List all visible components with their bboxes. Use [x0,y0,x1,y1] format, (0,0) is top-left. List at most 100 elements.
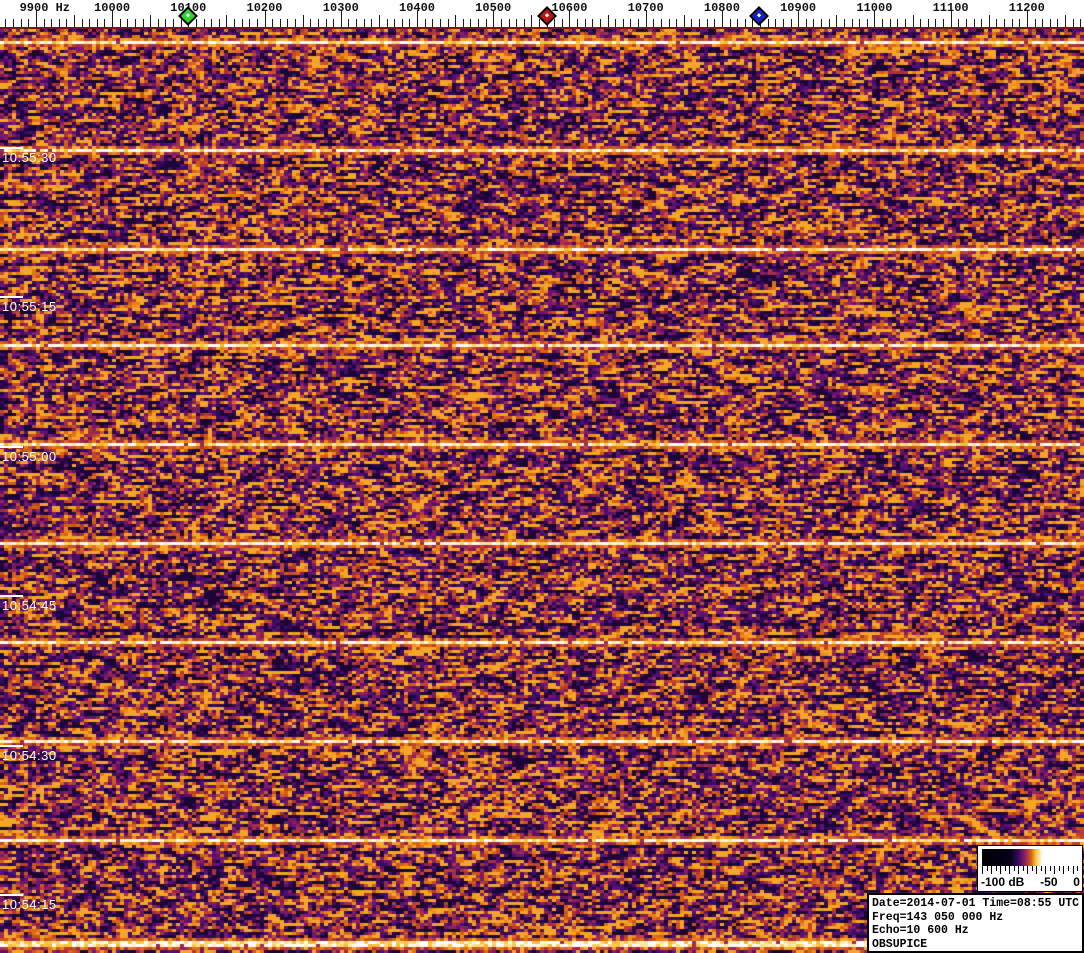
frequency-tick [775,19,777,27]
frequency-tick [554,19,556,27]
frequency-tick [866,19,868,27]
frequency-label: 10600 [551,1,588,15]
legend-tick-ruler [982,866,1078,875]
frequency-label: 10000 [94,1,131,15]
frequency-tick [996,19,998,27]
frequency-tick [813,19,815,27]
frequency-tick [531,15,533,27]
frequency-tick [691,19,693,27]
frequency-label: 10800 [703,1,740,15]
frequency-tick [607,15,609,27]
frequency-tick [256,19,258,27]
frequency-tick [1080,19,1082,27]
legend-label-min: -100 dB [981,875,1025,889]
frequency-tick [516,19,518,27]
frequency-tick [1042,19,1044,27]
frequency-tick [218,19,220,27]
frequency-label: 10200 [246,1,283,15]
frequency-tick [882,19,883,27]
frequency-tick [714,19,716,27]
frequency-label: 11100 [932,1,969,15]
frequency-tick [356,19,357,27]
legend-tick [1072,866,1074,874]
frequency-tick [165,19,167,27]
frequency-tick [302,15,304,27]
frequency-tick [805,19,807,27]
frequency-tick [234,19,235,27]
frequency-tick [1004,19,1005,27]
frequency-tick [66,19,68,27]
legend-tick [1054,866,1056,874]
frequency-tick [539,19,540,27]
frequency-tick [13,19,14,27]
legend-tick [1009,866,1011,874]
legend-tick [1018,866,1020,874]
frequency-tick [965,19,967,27]
frequency-tick [943,19,944,27]
frequency-tick [1019,19,1021,27]
frequency-tick [859,19,861,27]
legend-tick [1022,866,1024,871]
legend-tick [1040,866,1042,871]
frequency-tick [401,19,403,27]
frequency-label: 11200 [1008,1,1045,15]
frequency-tick [790,19,792,27]
frequency-tick [195,19,197,27]
waterfall-display[interactable] [0,29,1084,953]
frequency-tick [173,19,174,27]
frequency-tick [134,19,136,27]
frequency-tick [378,15,380,27]
info-frequency: Freq=143 050 000 Hz [872,910,1004,924]
frequency-tick [577,19,579,27]
legend-tick [1027,866,1029,874]
legend-label-mid: -50 [1040,875,1058,889]
legend-tick [995,866,997,871]
legend-tick [1068,866,1069,871]
frequency-tick [706,19,708,27]
frequency-tick [843,19,845,27]
frequency-tick [1064,15,1066,27]
legend-label-max: 0 [1073,875,1080,889]
frequency-tick [638,19,640,27]
frequency-tick [409,19,411,27]
frequency-tick [295,19,296,27]
frequency-tick [729,19,731,27]
frequency-tick [333,19,335,27]
frequency-label: 10300 [322,1,359,15]
frequency-tick [226,15,228,27]
frequency-tick [828,19,830,27]
frequency-tick [58,19,60,27]
frequency-tick [348,19,350,27]
frequency-tick [478,19,479,27]
frequency-tick [287,19,289,27]
frequency-tick [782,19,784,27]
frequency-tick [96,19,98,27]
frequency-tick [935,19,937,27]
legend-tick [1077,866,1078,871]
frequency-tick [424,19,426,27]
frequency-tick [744,19,746,27]
frequency-ruler[interactable]: 9900 Hz100001010010200103001040010500106… [0,0,1084,29]
frequency-tick [653,19,655,27]
legend-tick [982,866,983,874]
legend-tick [991,866,992,874]
legend-tick [986,866,988,871]
frequency-tick [660,19,662,27]
frequency-label: 10700 [627,1,664,15]
frequency-tick [317,19,319,27]
frequency-tick [973,19,975,27]
frequency-label: 9900 Hz [19,1,71,15]
frequency-tick [432,19,434,27]
frequency-tick [912,15,914,27]
info-echo-frequency: Echo=10 600 Hz [872,924,969,937]
frequency-tick [622,19,624,27]
frequency-tick [821,19,822,27]
legend-labels: -100 dB -50 0 [981,875,1080,889]
frequency-tick [104,19,106,27]
frequency-tick [119,19,121,27]
frequency-tick [584,19,586,27]
frequency-tick [615,19,617,27]
frequency-tick [737,19,739,27]
frequency-tick [20,19,22,27]
frequency-tick [485,19,487,27]
